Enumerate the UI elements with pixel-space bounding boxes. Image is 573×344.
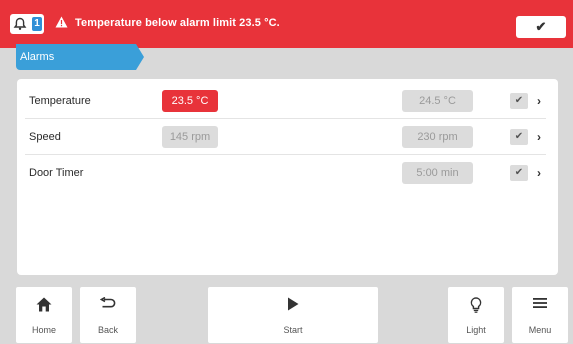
bottom-nav: Home Back Start Light Menu <box>0 281 573 344</box>
row-label: Speed <box>29 131 61 143</box>
warning-icon <box>55 16 68 28</box>
limit-value[interactable]: 230 rpm <box>402 126 473 148</box>
start-button[interactable]: Start <box>208 287 378 343</box>
alarm-bar: 1 Temperature below alarm limit 23.5 °C.… <box>0 0 573 48</box>
play-icon <box>288 297 299 311</box>
light-label: Light <box>466 325 486 335</box>
home-label: Home <box>31 325 56 335</box>
menu-icon <box>533 298 547 308</box>
back-label: Back <box>97 325 118 335</box>
check-icon[interactable]: ✔ <box>510 165 528 181</box>
tab-label: Alarms <box>20 51 55 63</box>
actual-value: 23.5 °C <box>162 90 218 112</box>
alarm-message: Temperature below alarm limit 23.5 °C. <box>75 17 280 29</box>
home-icon <box>36 297 52 312</box>
divider <box>25 154 546 155</box>
chevron-right-icon[interactable]: › <box>537 94 541 108</box>
light-button[interactable]: Light <box>448 287 504 343</box>
back-arrow-icon <box>100 297 116 308</box>
alarm-row-door-timer[interactable]: Door Timer 5:00 min ✔ › <box>17 158 558 188</box>
divider <box>25 118 546 119</box>
check-icon[interactable]: ✔ <box>510 129 528 145</box>
alarms-panel: Temperature 23.5 °C 24.5 °C ✔ › Speed 14… <box>17 79 558 275</box>
home-button[interactable]: Home <box>16 287 72 343</box>
chevron-right-icon[interactable]: › <box>537 166 541 180</box>
alarm-count-badge: 1 <box>32 17 42 31</box>
lightbulb-icon <box>470 297 482 313</box>
limit-value[interactable]: 5:00 min <box>402 162 473 184</box>
acknowledge-button[interactable]: ✔ <box>516 16 566 38</box>
start-label: Start <box>283 325 303 335</box>
chevron-right-icon[interactable]: › <box>537 130 541 144</box>
back-button[interactable]: Back <box>80 287 136 343</box>
alarm-row-temperature[interactable]: Temperature 23.5 °C 24.5 °C ✔ › <box>17 86 558 119</box>
check-icon[interactable]: ✔ <box>510 93 528 109</box>
row-label: Door Timer <box>29 167 84 179</box>
menu-label: Menu <box>528 325 552 335</box>
alarm-row-speed[interactable]: Speed 145 rpm 230 rpm ✔ › <box>17 122 558 155</box>
tab-alarms[interactable]: Alarms <box>16 44 144 70</box>
row-label: Temperature <box>29 95 91 107</box>
menu-button[interactable]: Menu <box>512 287 568 343</box>
actual-value: 145 rpm <box>162 126 218 148</box>
alarm-counter[interactable]: 1 <box>10 14 44 34</box>
limit-value[interactable]: 24.5 °C <box>402 90 473 112</box>
check-icon: ✔ <box>535 19 547 34</box>
bell-icon <box>13 17 27 30</box>
